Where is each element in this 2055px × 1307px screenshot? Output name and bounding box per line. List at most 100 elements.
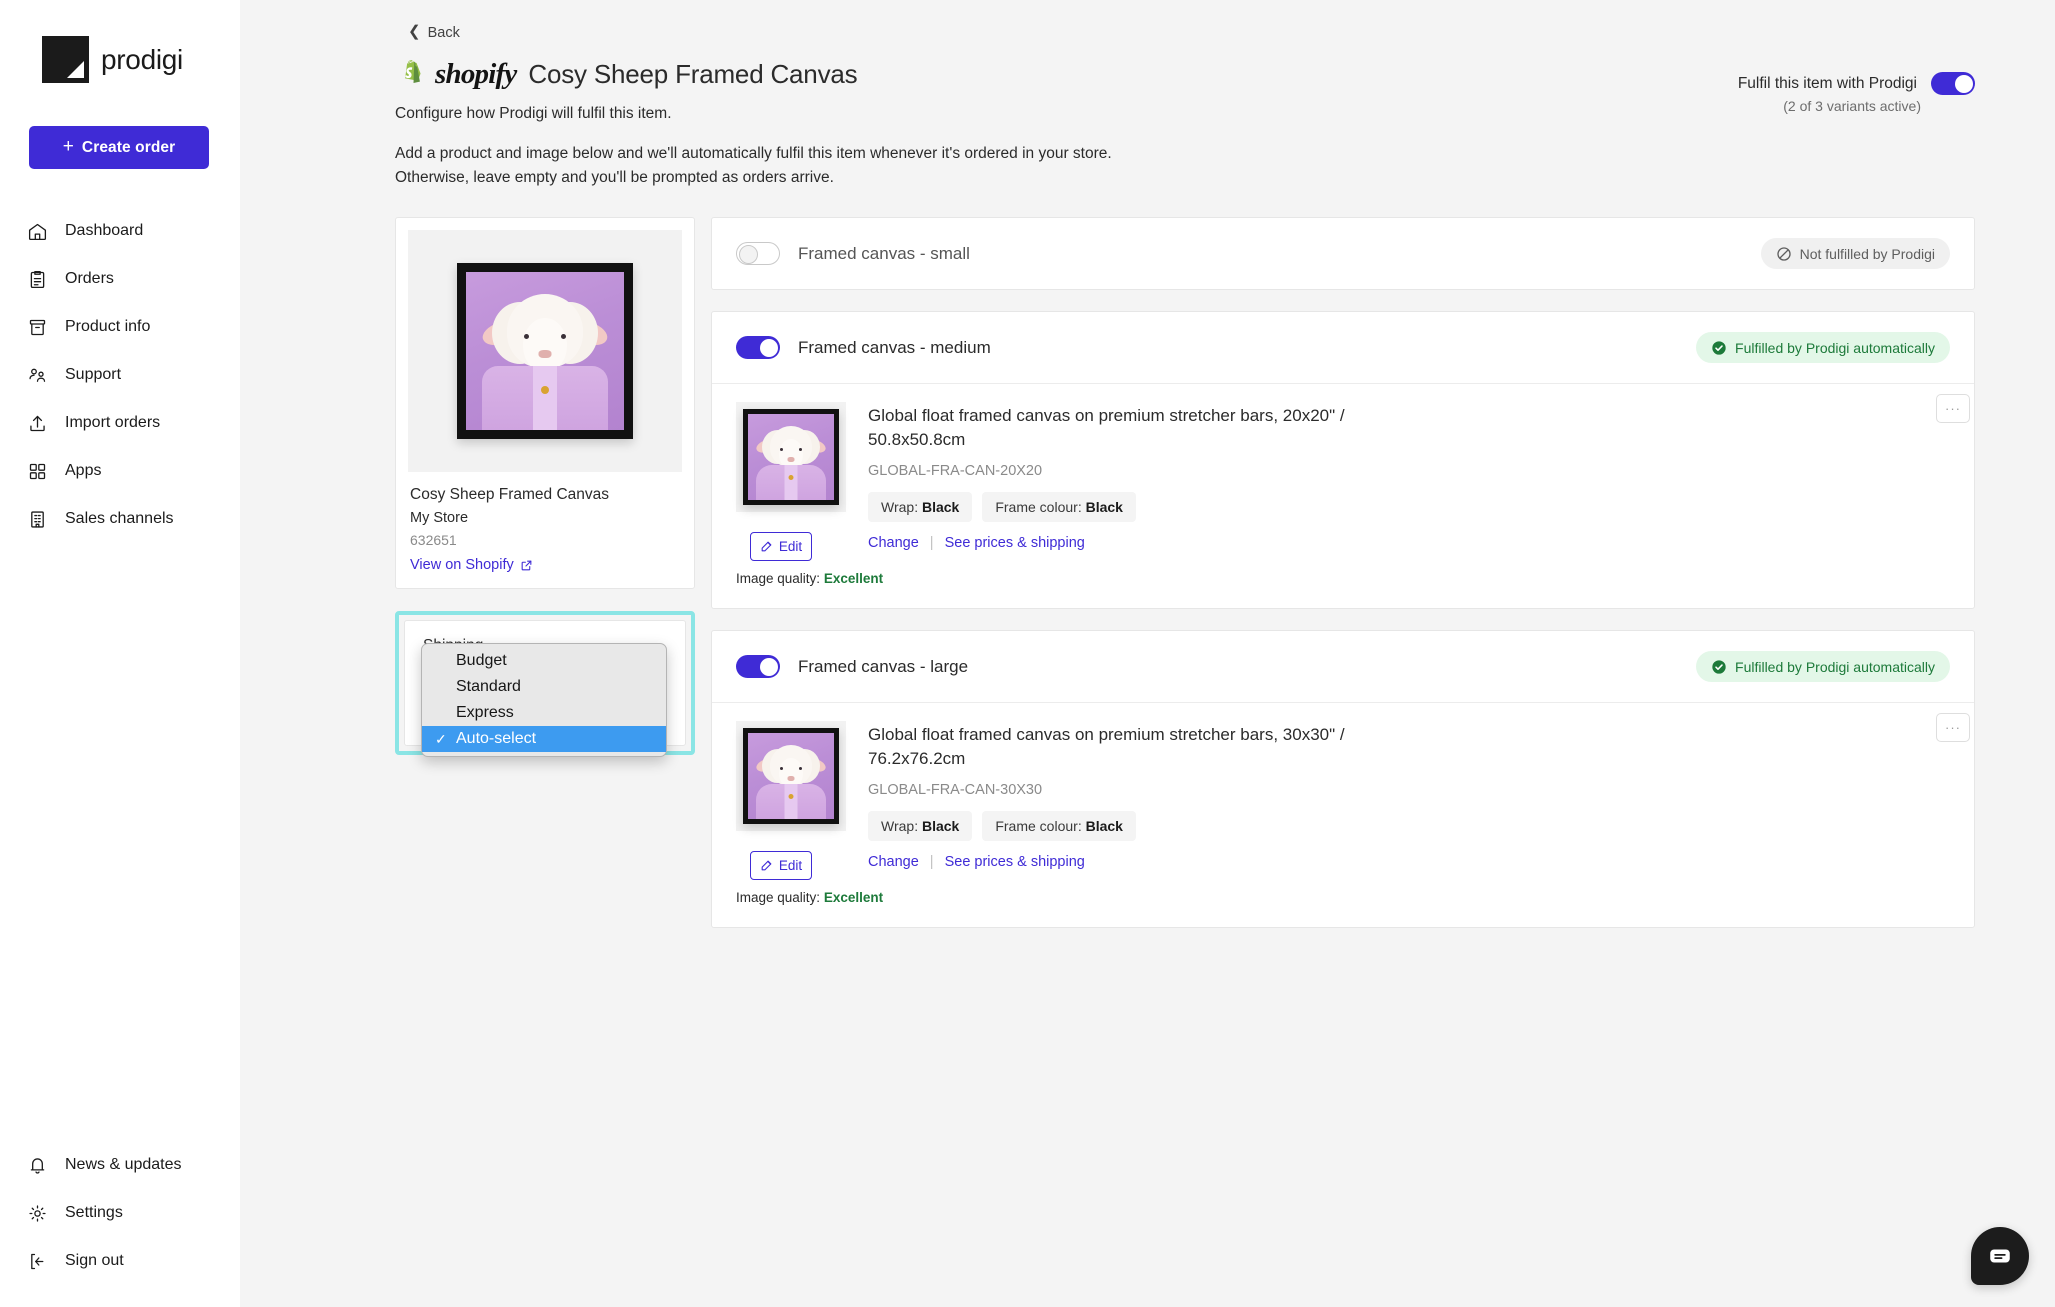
fulfil-item-control: Fulfil this item with Prodigi (2 of 3 va… — [1738, 72, 1975, 114]
variant-toggle-small[interactable] — [736, 242, 780, 266]
product-title: Global float framed canvas on premium st… — [868, 406, 1345, 450]
variant-card-large: Framed canvas - large Fulfilled by Prodi… — [711, 630, 1975, 929]
check-circle-icon — [1712, 659, 1726, 674]
attribute-key: Frame colour: — [995, 499, 1082, 516]
view-on-shopify-label: View on Shopify — [410, 557, 514, 574]
shipping-highlight-box: Shipping Budget Standard — [395, 611, 695, 758]
bell-icon — [26, 1154, 48, 1176]
chat-bubble-icon — [1990, 1249, 2010, 1263]
sidebar-item-label: Orders — [65, 270, 114, 287]
variant-toggle-medium[interactable] — [736, 336, 780, 360]
see-prices-shipping-link[interactable]: See prices & shipping — [945, 854, 1085, 870]
grid-icon — [26, 460, 48, 482]
shipping-option-label: Auto-select — [456, 730, 537, 748]
primary-nav: Dashboard Orders Product info Support Im… — [0, 207, 240, 543]
brand-name: prodigi — [101, 43, 183, 75]
variant-thumb-column: Edit Image quality: Excellent — [736, 721, 883, 906]
fulfil-row: Fulfil this item with Prodigi — [1738, 72, 1975, 95]
attribute-value: Black — [921, 818, 960, 835]
product-image — [408, 230, 682, 473]
variant-body: Edit Image quality: Excellent Global flo… — [712, 703, 1974, 927]
brand-logo[interactable]: prodigi — [0, 0, 240, 83]
edit-label: Edit — [778, 858, 803, 874]
sidebar-item-dashboard[interactable]: Dashboard — [0, 207, 240, 255]
shipping-dropdown-menu[interactable]: Budget Standard Express ✓ Auto-select — [421, 643, 667, 758]
image-quality-label: Image quality: — [736, 890, 821, 906]
status-badge-label: Not fulfilled by Prodigi — [1799, 245, 1935, 262]
upload-icon — [26, 412, 48, 434]
view-on-shopify-link[interactable]: View on Shopify — [410, 557, 533, 573]
fulfil-item-toggle[interactable] — [1931, 72, 1975, 95]
sidebar-item-label: Sign out — [65, 1252, 124, 1269]
page-blurb: Add a product and image below and we'll … — [395, 142, 2055, 189]
shipping-option-budget[interactable]: Budget — [422, 648, 666, 674]
attribute-value: Black — [921, 499, 960, 516]
fulfil-label: Fulfil this item with Prodigi — [1737, 74, 1917, 92]
check-icon: ✓ — [435, 730, 447, 747]
variant-details: Global float framed canvas on premium st… — [868, 721, 1950, 905]
check-circle-icon — [1712, 340, 1726, 355]
sidebar-item-label: Dashboard — [65, 222, 144, 239]
back-link[interactable]: ❮ Back — [408, 23, 460, 41]
sidebar-item-product-info[interactable]: Product info — [0, 303, 240, 351]
variant-thumbnail — [736, 402, 846, 513]
edit-image-button-medium[interactable]: Edit — [750, 532, 812, 562]
sidebar-item-support[interactable]: Support — [0, 351, 240, 399]
shipping-option-label: Express — [456, 704, 514, 722]
external-link-icon — [521, 560, 532, 570]
variant-header-left: Framed canvas - small — [736, 242, 970, 266]
no-entry-icon — [1776, 246, 1791, 261]
clipboard-icon — [26, 268, 48, 290]
see-prices-shipping-link[interactable]: See prices & shipping — [945, 535, 1085, 551]
pencil-square-icon — [761, 860, 772, 871]
people-icon — [26, 364, 48, 386]
chat-widget-button[interactable] — [1971, 1227, 2029, 1285]
sidebar-item-apps[interactable]: Apps — [0, 447, 240, 495]
change-product-link[interactable]: Change — [868, 535, 919, 551]
shipping-option-standard[interactable]: Standard — [422, 674, 666, 700]
variant-name: Framed canvas - large — [798, 656, 969, 676]
create-order-button[interactable]: + Create order — [29, 126, 209, 169]
variant-details: Global float framed canvas on premium st… — [868, 402, 1950, 586]
link-separator: | — [929, 535, 934, 552]
variant-thumb-column: Edit Image quality: Excellent — [736, 402, 883, 586]
sidebar-item-import-orders[interactable]: Import orders — [0, 399, 240, 447]
status-badge-label: Fulfilled by Prodigi automatically — [1735, 658, 1935, 675]
change-product-link[interactable]: Change — [868, 854, 919, 870]
status-badge-medium: Fulfilled by Prodigi automatically — [1696, 332, 1950, 364]
sidebar-item-label: Support — [65, 366, 122, 383]
sidebar-item-sales-channels[interactable]: Sales channels — [0, 495, 240, 543]
shipping-option-auto-select[interactable]: ✓ Auto-select — [422, 726, 666, 753]
edit-image-button-large[interactable]: Edit — [750, 851, 812, 881]
shopify-logo-icon — [405, 60, 421, 83]
variant-options-menu-large[interactable]: ··· — [1936, 713, 1970, 743]
sidebar-item-news-updates[interactable]: News & updates — [0, 1141, 240, 1189]
attribute-chip-wrap: Wrap: Black — [868, 492, 973, 523]
sidebar-item-label: News & updates — [65, 1156, 182, 1173]
sidebar: prodigi + Create order Dashboard Orders — [0, 0, 240, 1307]
archive-box-icon — [26, 316, 48, 338]
product-sku: GLOBAL-FRA-CAN-20X20 — [868, 463, 1043, 480]
product-links: Change | See prices & shipping — [868, 535, 1950, 551]
sidebar-item-settings[interactable]: Settings — [0, 1189, 240, 1237]
sidebar-item-sign-out[interactable]: Sign out — [0, 1237, 240, 1285]
variant-options-menu-medium[interactable]: ··· — [1936, 394, 1970, 424]
pencil-square-icon — [761, 541, 772, 552]
shipping-option-label: Standard — [456, 678, 521, 696]
attribute-key: Frame colour: — [995, 818, 1082, 835]
home-icon — [26, 220, 48, 242]
content-area: ❮ Back shopify Cosy Sheep Framed Canvas … — [240, 0, 2055, 949]
sidebar-item-orders[interactable]: Orders — [0, 255, 240, 303]
shipping-option-express[interactable]: Express — [422, 700, 666, 726]
sidebar-item-label: Product info — [65, 318, 151, 335]
blurb-line-2: Otherwise, leave empty and you'll be pro… — [395, 168, 834, 186]
shipping-option-label: Budget — [456, 652, 507, 670]
status-badge-large: Fulfilled by Prodigi automatically — [1696, 651, 1950, 683]
variant-card-medium: Framed canvas - medium Fulfilled by Prod… — [711, 311, 1975, 610]
variant-name: Framed canvas - medium — [798, 337, 991, 357]
page-title: Cosy Sheep Framed Canvas — [528, 59, 858, 89]
status-badge-label: Fulfilled by Prodigi automatically — [1735, 339, 1935, 356]
variant-toggle-large[interactable] — [736, 655, 780, 679]
plus-icon: + — [62, 136, 74, 157]
chevron-left-icon: ❮ — [408, 23, 421, 40]
